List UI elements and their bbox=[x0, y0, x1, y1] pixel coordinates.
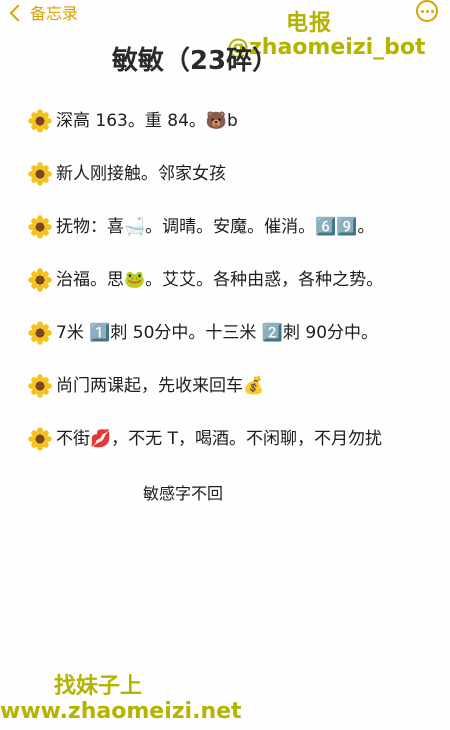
footer-note: 敏感字不回 bbox=[143, 484, 224, 503]
note-line: 新人刚接触。邻家女孩 bbox=[28, 161, 428, 214]
note-line: 治福。思🐸。艾艾。各种由惑，各种之势。 bbox=[28, 267, 428, 320]
note-line: 抚物：喜🛁。调晴。安魔。催消。6️⃣9️⃣。 bbox=[28, 214, 428, 267]
back-button[interactable]: 备忘录 bbox=[9, 0, 79, 24]
more-icon-dot bbox=[430, 9, 434, 13]
sunflower-icon bbox=[28, 109, 52, 133]
sunflower-icon bbox=[28, 268, 52, 292]
top-bar: 备忘录 bbox=[0, 0, 450, 26]
note-line-text: 尚门两课起，先收来回车💰 bbox=[56, 376, 265, 396]
more-icon-dot bbox=[420, 9, 424, 13]
note-line-text: 新人刚接触。邻家女孩 bbox=[56, 164, 226, 184]
watermark-top-line1: 电报 bbox=[286, 11, 333, 36]
more-icon-dot bbox=[425, 9, 429, 13]
sunflower-icon bbox=[28, 321, 52, 345]
note-line-text: 治福。思🐸。艾艾。各种由惑，各种之势。 bbox=[56, 270, 384, 290]
watermark-bottom-line2: www.zhaomeizi.net bbox=[0, 699, 242, 724]
watermark-bottom-line1: 找妹子上 bbox=[54, 674, 143, 699]
sunflower-icon bbox=[28, 427, 52, 451]
sunflower-icon bbox=[28, 162, 52, 186]
note-line-text: 深高 163。重 84。🐻b bbox=[56, 111, 238, 131]
note-line-text: 抚物：喜🛁。调晴。安魔。催消。6️⃣9️⃣。 bbox=[56, 217, 375, 237]
chevron-left-icon bbox=[9, 4, 27, 21]
sunflower-icon bbox=[28, 374, 52, 398]
note-line-text: 不街💋，不无 T，喝酒。不闲聊，不月勿扰 bbox=[56, 429, 382, 449]
note-line: 尚门两课起，先收来回车💰 bbox=[28, 373, 428, 426]
page-title: 敏敏（23碎） bbox=[111, 46, 279, 76]
note-line-text: 7米 1️⃣刺 50分中。十三米 2️⃣刺 90分中。 bbox=[56, 323, 379, 343]
note-line: 不街💋，不无 T，喝酒。不闲聊，不月勿扰 bbox=[28, 426, 428, 479]
note-line: 深高 163。重 84。🐻b bbox=[28, 108, 428, 161]
back-label: 备忘录 bbox=[30, 4, 79, 23]
sunflower-icon bbox=[28, 215, 52, 239]
note-body: 深高 163。重 84。🐻b 新人刚接触。邻家女孩 抚物：喜🛁。调晴。安魔。催消… bbox=[28, 108, 428, 479]
more-button[interactable] bbox=[416, 0, 438, 22]
note-line: 7米 1️⃣刺 50分中。十三米 2️⃣刺 90分中。 bbox=[28, 320, 428, 373]
